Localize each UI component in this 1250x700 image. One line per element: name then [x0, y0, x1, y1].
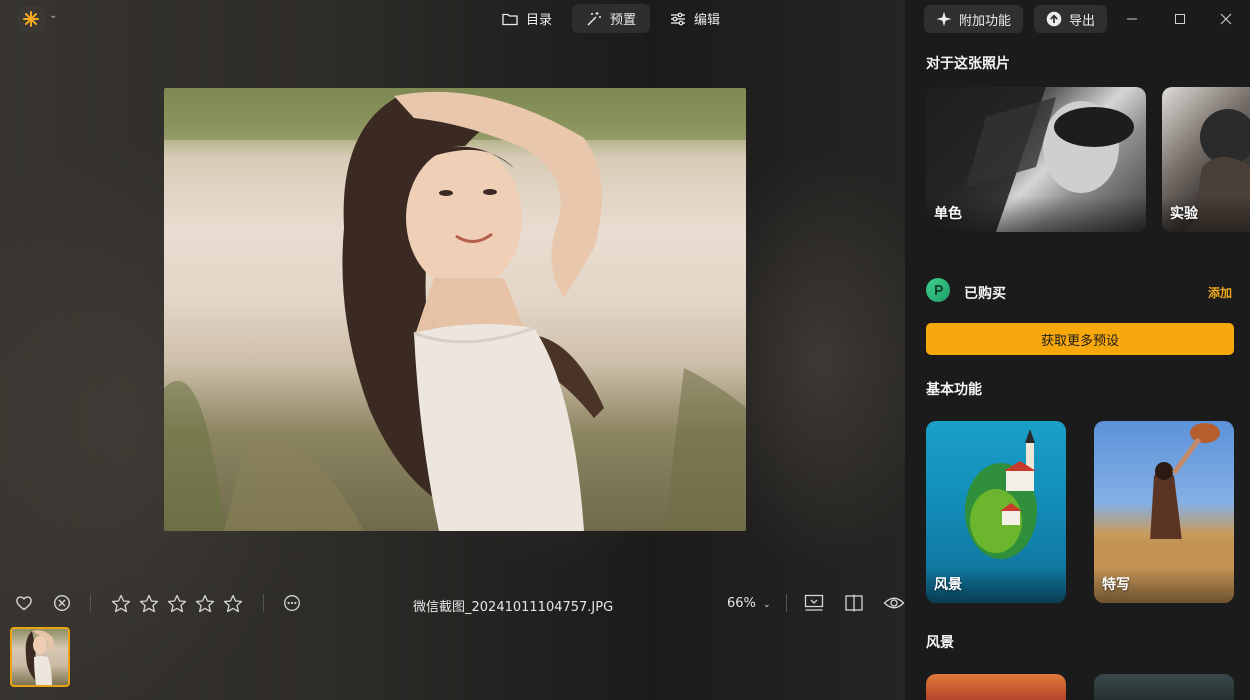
magic-wand-icon — [587, 11, 602, 25]
chevron-down-icon: ⌄ — [763, 600, 771, 610]
purchased-badge-icon — [926, 278, 950, 302]
star-icon-3[interactable] — [166, 592, 188, 614]
sliders-icon — [671, 12, 686, 25]
app-logo[interactable] — [17, 6, 45, 32]
tab-presets[interactable]: 预置 — [572, 4, 651, 33]
compare-icon[interactable] — [843, 592, 865, 614]
more-options-icon[interactable] — [281, 592, 303, 614]
close-icon[interactable] — [1215, 8, 1237, 30]
portrait-photo — [164, 88, 746, 531]
filmstrip-thumbnail[interactable] — [10, 627, 70, 687]
main-photo[interactable] — [164, 88, 746, 531]
about-photo-title: 对于这张照片 — [926, 56, 1010, 72]
star-icon-5[interactable] — [222, 592, 244, 614]
card-label: 风景 — [934, 577, 962, 593]
eye-icon[interactable] — [883, 592, 905, 614]
card-label: 实验 — [1170, 206, 1198, 222]
addons-button[interactable]: 附加功能 — [924, 5, 1024, 33]
card-label: 特写 — [1102, 577, 1130, 593]
preset-card-mono[interactable]: 单色 — [926, 87, 1146, 232]
toolbar-divider — [786, 594, 787, 612]
preset-card-experimental[interactable]: 实验 — [1162, 87, 1250, 232]
tab-edit[interactable]: 编辑 — [656, 4, 734, 33]
tab-label: 目录 — [526, 13, 553, 28]
landscape-section-title: 风景 — [926, 635, 954, 651]
addons-label: 附加功能 — [959, 13, 1012, 29]
tab-label: 预置 — [610, 13, 637, 28]
sun-logo-icon — [23, 11, 39, 27]
tab-library[interactable]: 目录 — [488, 4, 566, 33]
minimize-icon[interactable] — [1121, 8, 1143, 30]
preset-card-closeup[interactable]: 特写 — [1094, 421, 1234, 603]
filmstrip-toggle-icon[interactable] — [803, 592, 825, 614]
add-link[interactable]: 添加 — [1208, 284, 1232, 301]
sparkle-icon — [936, 11, 952, 27]
file-name: 微信截图_20241011104757.JPG — [413, 600, 614, 615]
star-icon-2[interactable] — [138, 592, 160, 614]
heart-icon[interactable] — [13, 592, 35, 614]
upload-icon — [1046, 11, 1062, 27]
toolbar-divider — [263, 594, 264, 612]
purchased-label: 已购买 — [964, 286, 1006, 302]
main-nav: 目录 预置 编辑 — [488, 4, 734, 33]
landscape-preset-card-2[interactable] — [1094, 674, 1234, 700]
preset-card-landscape[interactable]: 风景 — [926, 421, 1066, 603]
zoom-value: 66% — [727, 596, 756, 611]
card-label: 单色 — [934, 206, 962, 222]
get-more-presets-button[interactable]: 获取更多预设 — [926, 323, 1234, 355]
basic-features-title: 基本功能 — [926, 382, 982, 398]
toolbar-divider — [90, 594, 91, 612]
star-icon-4[interactable] — [194, 592, 216, 614]
maximize-icon[interactable] — [1169, 8, 1191, 30]
folder-icon — [502, 13, 518, 25]
zoom-dropdown[interactable]: 66% ⌄ — [727, 596, 771, 611]
reject-icon[interactable] — [51, 592, 73, 614]
export-button[interactable]: 导出 — [1034, 5, 1108, 33]
chevron-down-icon[interactable]: ⌄ — [49, 10, 57, 21]
tab-label: 编辑 — [694, 13, 721, 28]
landscape-preset-card-1[interactable] — [926, 674, 1066, 700]
thumbnail-photo — [25, 630, 54, 685]
star-icon-1[interactable] — [110, 592, 132, 614]
export-label: 导出 — [1069, 13, 1096, 29]
